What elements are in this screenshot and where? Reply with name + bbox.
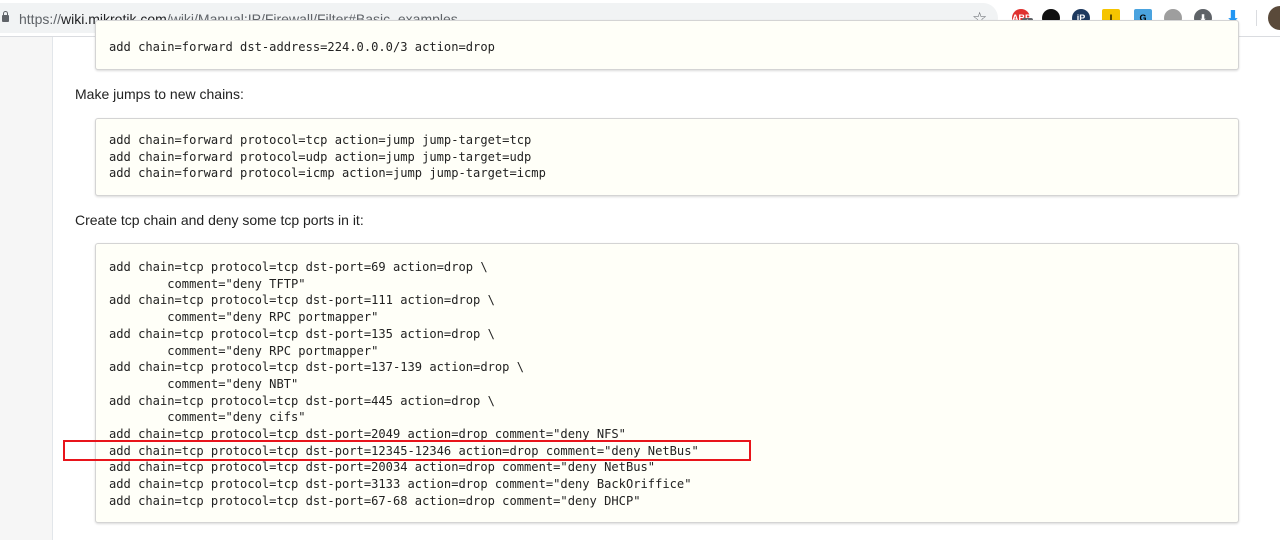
code-line: comment="deny RPC portmapper": [109, 343, 379, 358]
paragraph: Make jumps to new chains:: [75, 86, 244, 102]
wiki-sidebar: [0, 37, 53, 540]
code-line: add chain=tcp protocol=tcp dst-port=2003…: [109, 460, 656, 475]
toolbar-divider: [1256, 10, 1257, 26]
code-line: add chain=tcp protocol=tcp dst-port=3133…: [109, 477, 692, 492]
code-block-3: add chain=tcp protocol=tcp dst-port=69 a…: [95, 243, 1239, 523]
code-block-2: add chain=forward protocol=tcp action=ju…: [95, 118, 1239, 196]
code-line: comment="deny NBT": [109, 376, 299, 391]
code-line: add chain=tcp protocol=tcp dst-port=445 …: [109, 393, 495, 408]
code-line: add chain=forward dst-address=224.0.0.0/…: [109, 40, 495, 54]
code-text: add chain=forward protocol=tcp action=ju…: [109, 132, 546, 182]
code-line: add chain=tcp protocol=tcp dst-port=111 …: [109, 293, 495, 308]
code-line: add chain=tcp protocol=tcp dst-port=69 a…: [109, 260, 488, 274]
code-line: add chain=forward protocol=udp action=ju…: [109, 149, 532, 164]
code-line: add chain=forward protocol=icmp action=j…: [109, 166, 546, 181]
code-line: add chain=forward protocol=tcp action=ju…: [109, 133, 532, 147]
lock-icon: [2, 11, 9, 22]
highlight-box: [63, 440, 751, 461]
paragraph: Create tcp chain and deny some tcp ports…: [75, 212, 364, 228]
code-text: add chain=forward dst-address=224.0.0.0/…: [109, 39, 495, 56]
code-block-1: add chain=forward dst-address=224.0.0.0/…: [95, 20, 1239, 70]
code-text: add chain=tcp protocol=tcp dst-port=69 a…: [109, 259, 699, 510]
code-line: add chain=tcp protocol=tcp dst-port=135 …: [109, 326, 495, 341]
code-line: comment="deny cifs": [109, 410, 306, 425]
code-line: add chain=tcp protocol=tcp dst-port=137-…: [109, 360, 525, 375]
code-line: comment="deny TFTP": [109, 276, 306, 291]
code-line: add chain=tcp protocol=tcp dst-port=67-6…: [109, 493, 641, 508]
code-line: comment="deny RPC portmapper": [109, 310, 379, 325]
profile-avatar[interactable]: [1268, 6, 1280, 30]
